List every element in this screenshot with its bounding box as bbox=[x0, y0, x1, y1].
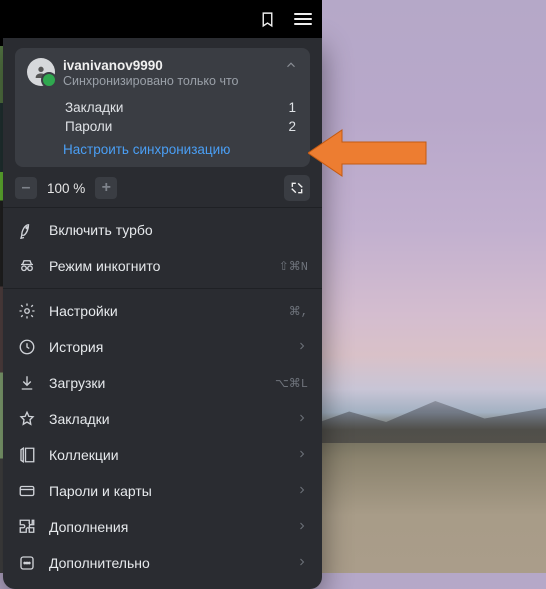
annotation-arrow bbox=[308, 118, 438, 188]
sync-card: ivanivanov9990 Синхронизировано только ч… bbox=[15, 48, 310, 167]
sync-row-value: 1 bbox=[288, 100, 296, 115]
chevron-up-icon[interactable] bbox=[284, 58, 298, 75]
username: ivanivanov9990 bbox=[63, 58, 276, 73]
shortcut-hint: ⌥⌘L bbox=[275, 376, 308, 391]
download-icon bbox=[17, 373, 37, 393]
separator bbox=[3, 288, 322, 289]
zoom-in-button[interactable]: + bbox=[95, 177, 117, 199]
chevron-right-icon bbox=[296, 556, 308, 571]
menu-label: Пароли и карты bbox=[49, 483, 284, 499]
menu-more[interactable]: Дополнительно bbox=[3, 545, 322, 581]
menu-turbo[interactable]: Включить турбо bbox=[3, 212, 322, 248]
chevron-right-icon bbox=[296, 448, 308, 463]
shortcut-hint: ⌘, bbox=[289, 304, 308, 319]
puzzle-icon bbox=[17, 517, 37, 537]
card-key-icon bbox=[17, 481, 37, 501]
menu-downloads[interactable]: Загрузки ⌥⌘L bbox=[3, 365, 322, 401]
sync-row-passwords[interactable]: Пароли 2 bbox=[63, 117, 298, 136]
window-toolbar bbox=[3, 0, 322, 38]
zoom-out-button[interactable]: – bbox=[15, 177, 37, 199]
gear-icon bbox=[17, 301, 37, 321]
sync-row-label: Пароли bbox=[65, 119, 112, 134]
chevron-right-icon bbox=[296, 412, 308, 427]
menu-settings[interactable]: Настройки ⌘, bbox=[3, 293, 322, 329]
main-menu-panel: ivanivanov9990 Синхронизировано только ч… bbox=[3, 38, 322, 589]
chevron-right-icon bbox=[296, 520, 308, 535]
menu-incognito[interactable]: Режим инкогнито ⇧⌘N bbox=[3, 248, 322, 284]
separator bbox=[3, 207, 322, 208]
incognito-icon bbox=[17, 256, 37, 276]
menu-history[interactable]: История bbox=[3, 329, 322, 365]
sync-status: Синхронизировано только что bbox=[63, 74, 276, 88]
sync-row-label: Закладки bbox=[65, 100, 123, 115]
zoom-value: 100 % bbox=[43, 181, 89, 196]
menu-label: Включить турбо bbox=[49, 222, 308, 238]
shortcut-hint: ⇧⌘N bbox=[279, 259, 308, 274]
sync-row-bookmarks[interactable]: Закладки 1 bbox=[63, 98, 298, 117]
history-icon bbox=[17, 337, 37, 357]
fullscreen-icon bbox=[290, 181, 304, 195]
chevron-right-icon bbox=[296, 340, 308, 355]
menu-addons[interactable]: Дополнения bbox=[3, 509, 322, 545]
menu-label: История bbox=[49, 339, 284, 355]
zoom-row: – 100 % + bbox=[15, 175, 310, 201]
fullscreen-button[interactable] bbox=[284, 175, 310, 201]
sync-row-value: 2 bbox=[288, 119, 296, 134]
menu-label: Закладки bbox=[49, 411, 284, 427]
avatar[interactable] bbox=[27, 58, 55, 86]
configure-sync-link[interactable]: Настроить синхронизацию bbox=[63, 142, 230, 157]
menu-collections[interactable]: Коллекции bbox=[3, 437, 322, 473]
menu-label: Дополнительно bbox=[49, 555, 284, 571]
menu-label: Загрузки bbox=[49, 375, 263, 391]
menu-label: Коллекции bbox=[49, 447, 284, 463]
star-icon bbox=[17, 409, 37, 429]
menu-label: Дополнения bbox=[49, 519, 284, 535]
menu-icon[interactable] bbox=[294, 13, 312, 25]
menu-bookmarks[interactable]: Закладки bbox=[3, 401, 322, 437]
menu-label: Настройки bbox=[49, 303, 277, 319]
collections-icon bbox=[17, 445, 37, 465]
menu-label: Режим инкогнито bbox=[49, 258, 267, 274]
chevron-right-icon bbox=[296, 484, 308, 499]
bookmark-outline-icon[interactable] bbox=[258, 10, 276, 28]
menu-passwords-cards[interactable]: Пароли и карты bbox=[3, 473, 322, 509]
rocket-icon bbox=[17, 220, 37, 240]
more-icon bbox=[17, 553, 37, 573]
